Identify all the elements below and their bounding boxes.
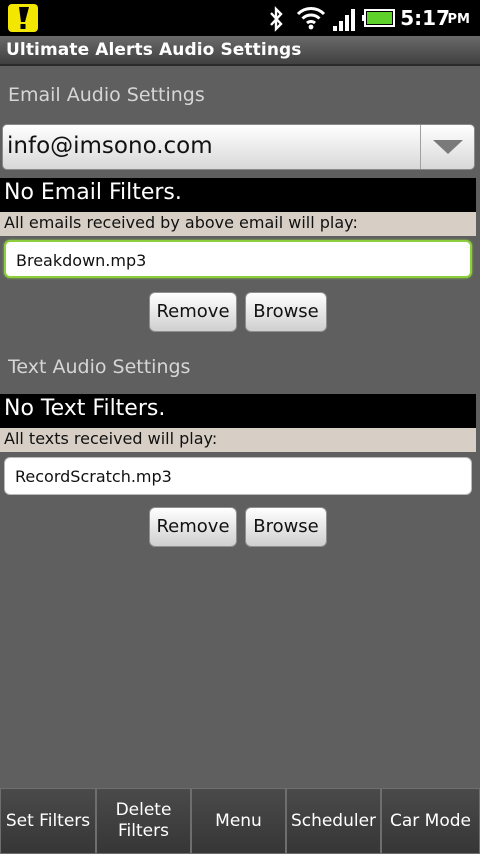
text-audio-file-value: RecordScratch.mp3 [15,467,172,486]
battery-icon [362,9,395,27]
alert-notification-icon[interactable] [8,4,38,32]
title-bar: Ultimate Alerts Audio Settings [0,36,480,66]
wifi-icon [296,7,326,30]
email-info-text: All emails received by above email will … [0,212,476,236]
signal-icon [333,9,355,31]
tab-menu[interactable]: Menu [191,788,286,854]
email-filters-status: No Email Filters. [0,178,476,212]
tab-scheduler[interactable]: Scheduler [286,788,381,854]
email-account-spinner[interactable]: info@imsono.com [2,124,475,170]
tab-set-filters[interactable]: Set Filters [0,788,96,854]
dropdown-arrow-icon [433,140,463,154]
email-section-heading: Email Audio Settings [8,84,205,106]
text-filters-status: No Text Filters. [0,394,476,428]
text-browse-button[interactable]: Browse [245,507,327,547]
text-audio-file-field[interactable]: RecordScratch.mp3 [4,457,472,495]
email-remove-button[interactable]: Remove [149,292,237,332]
status-time: 5:17 [400,6,450,30]
spinner-arrow[interactable] [420,125,474,169]
text-remove-button[interactable]: Remove [149,507,237,547]
email-browse-button[interactable]: Browse [245,292,327,332]
text-info-text: All texts received will play: [0,428,476,452]
email-account-value: info@imsono.com [7,133,213,159]
text-section-heading: Text Audio Settings [8,356,191,378]
status-bar: 5:17 PM [0,0,480,36]
page-title: Ultimate Alerts Audio Settings [6,40,302,60]
email-audio-file-field[interactable]: Breakdown.mp3 [4,240,472,278]
bluetooth-icon [270,6,283,32]
email-audio-file-value: Breakdown.mp3 [16,251,147,270]
tab-car-mode[interactable]: Car Mode [381,788,480,854]
status-ampm: PM [447,12,470,27]
tab-delete-filters[interactable]: Delete Filters [96,788,191,854]
bottom-tab-bar: Set Filters Delete Filters Menu Schedule… [0,788,480,854]
